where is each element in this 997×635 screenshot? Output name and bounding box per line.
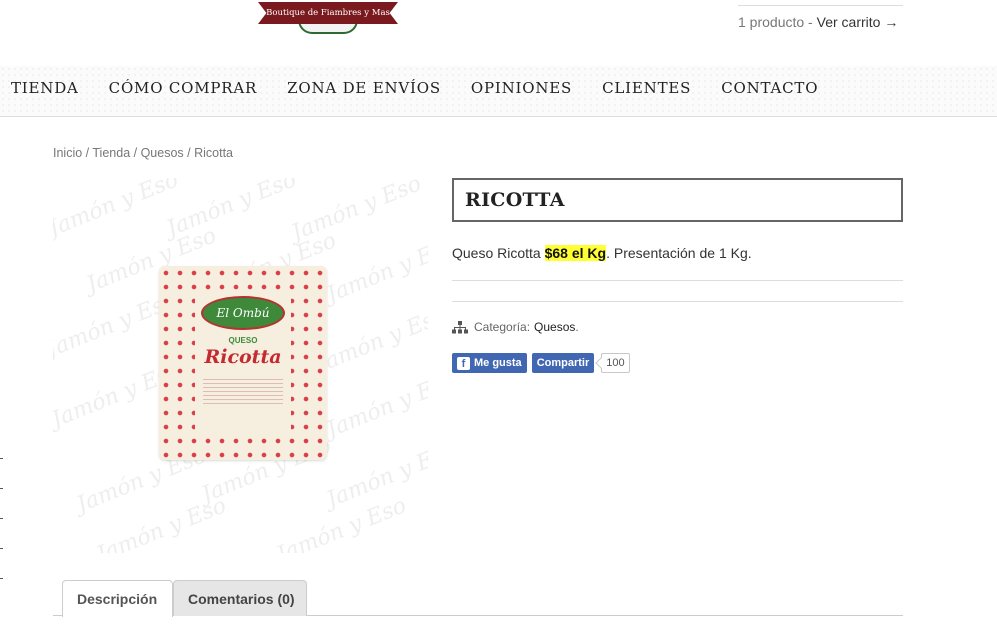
category-label: Categoría:: [474, 320, 531, 334]
watermark-text: Jamón y Eso: [323, 368, 428, 443]
package-brand: El Ombú: [201, 296, 285, 330]
nav-item-contacto[interactable]: CONTACTO: [721, 79, 818, 97]
watermark-text: Jamón y Eso: [313, 303, 428, 378]
like-label: Me gusta: [474, 357, 522, 369]
breadcrumb-separator: /: [130, 146, 141, 160]
cart-summary: 1 producto - Ver carrito →: [738, 5, 903, 30]
share-count: 100: [601, 353, 630, 373]
facebook-share-button[interactable]: Compartir: [531, 353, 595, 373]
watermark-text: Jamón y Eso: [163, 178, 300, 242]
breadcrumb-quesos[interactable]: Quesos: [141, 146, 184, 160]
facebook-widget: f Me gusta Compartir 100: [452, 353, 630, 373]
product-description: Queso Ricotta $68 el Kg. Presentación de…: [452, 245, 752, 261]
nav-item-clientes[interactable]: CLIENTES: [602, 79, 691, 97]
package-name: Ricotta: [204, 346, 282, 368]
tab-comments[interactable]: Comentarios (0): [173, 580, 307, 616]
left-edge-marks: [0, 458, 3, 588]
watermark-text: Jamón y Eso: [323, 438, 428, 513]
package-fine-print: [203, 376, 283, 406]
nav-item-tienda[interactable]: TIENDA: [11, 79, 79, 97]
breadcrumb-tienda[interactable]: Tienda: [92, 146, 130, 160]
ricotta-package: El Ombú QUESO Ricotta: [159, 266, 327, 460]
breadcrumb-current: Ricotta: [194, 146, 233, 160]
package-kind: QUESO: [228, 336, 258, 345]
product-title: RICOTTA: [452, 178, 903, 222]
breadcrumb-inicio[interactable]: Inicio: [53, 146, 82, 160]
price-highlight: $68 el Kg: [544, 245, 607, 261]
breadcrumb-separator: /: [82, 146, 93, 160]
facebook-like-button[interactable]: f Me gusta: [452, 353, 527, 373]
breadcrumb-separator: /: [183, 146, 195, 160]
description-prefix: Queso Ricotta: [452, 245, 545, 261]
facebook-icon: f: [457, 356, 470, 370]
main-nav: TIENDA CÓMO COMPRAR ZONA DE ENVÍOS OPINI…: [0, 66, 997, 117]
category-end: .: [575, 320, 579, 334]
watermark-text: Jamón y Eso: [53, 178, 182, 242]
sitemap-icon: [452, 320, 468, 333]
cart-separator: -: [804, 14, 817, 30]
view-cart-link[interactable]: Ver carrito →: [817, 14, 899, 30]
nav-item-zona-envios[interactable]: ZONA DE ENVÍOS: [287, 79, 441, 97]
watermark-text: Jamón y Eso: [323, 233, 428, 308]
cart-count: 1 producto: [738, 14, 805, 30]
nav-item-opiniones[interactable]: OPINIONES: [471, 79, 572, 97]
product-image[interactable]: Jamón y Eso Jamón y Eso Jamón y Eso Jamó…: [53, 178, 428, 553]
description-suffix: . Presentación de 1 Kg.: [606, 245, 752, 261]
category-link-quesos[interactable]: Quesos: [534, 320, 575, 334]
tab-description[interactable]: Descripción: [62, 580, 173, 617]
product-category: Categoría: Quesos.: [452, 320, 579, 334]
divider: [452, 301, 903, 302]
nav-item-como-comprar[interactable]: CÓMO COMPRAR: [109, 79, 257, 97]
site-logo[interactable]: Boutique de Fiambres y Mas: [258, 0, 398, 34]
divider: [452, 280, 903, 281]
share-label: Compartir: [536, 357, 590, 369]
breadcrumb: Inicio / Tienda / Quesos / Ricotta: [53, 146, 233, 160]
logo-banner: Boutique de Fiambres y Mas: [258, 2, 398, 24]
